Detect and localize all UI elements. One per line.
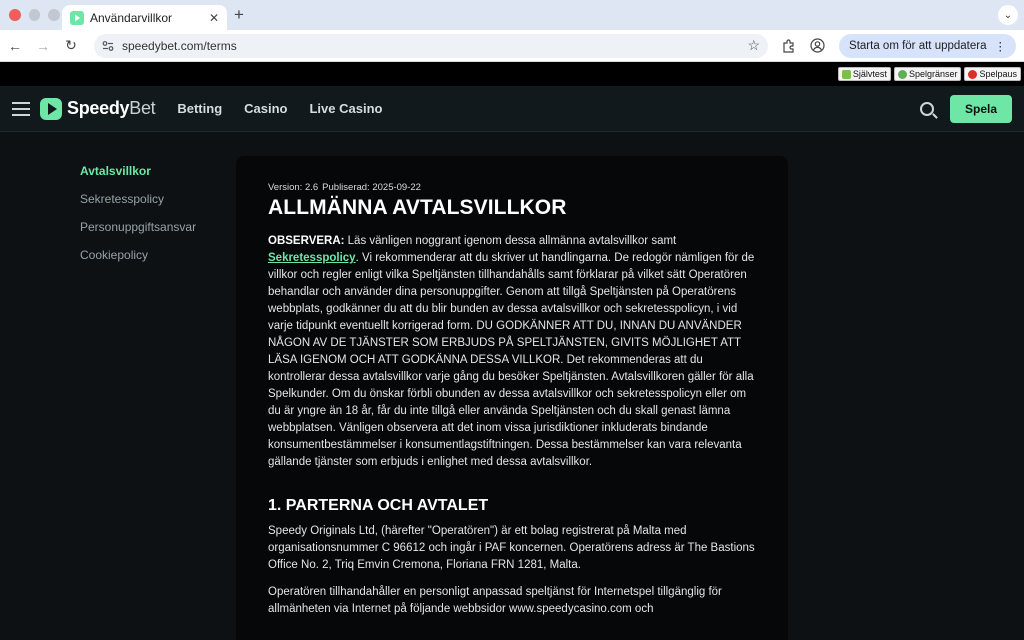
intro-label: OBSERVERA: bbox=[268, 235, 345, 247]
spelgranser-label: Spelgränser bbox=[908, 69, 958, 79]
update-label: Starta om för att uppdatera bbox=[849, 39, 987, 52]
nav-casino[interactable]: Casino bbox=[244, 101, 287, 116]
site-logo[interactable]: SpeedyBet bbox=[40, 97, 156, 120]
section-1-paragraph-1: Speedy Originals Ltd, (härefter "Operatö… bbox=[268, 525, 755, 571]
main-content: Avtalsvillkor Sekretesspolicy Personuppg… bbox=[0, 132, 1024, 640]
close-tab-icon[interactable]: ✕ bbox=[209, 11, 219, 25]
reload-icon[interactable]: ↻ bbox=[64, 37, 78, 54]
document-meta: Version: 2.6 Publiserad: 2025-09-22 bbox=[268, 182, 756, 193]
logo-play-icon bbox=[40, 97, 62, 120]
browser-toolbar: ← → ↻ speedybet.com/terms ☆ Starta om fö… bbox=[0, 30, 1024, 62]
privacy-policy-link[interactable]: Sekretesspolicy bbox=[268, 252, 356, 264]
nav-live-casino[interactable]: Live Casino bbox=[309, 101, 382, 116]
browser-tabbar: Användarvillkor ✕ + ⌄ bbox=[0, 0, 1024, 30]
sidebar-item-personuppgiftsansvar[interactable]: Personuppgiftsansvar bbox=[80, 220, 196, 234]
responsible-gaming-strip: Självtest Spelgränser Spelpaus bbox=[0, 62, 1024, 86]
section-1-paragraph-2: Operatören tillhandahåller en personligt… bbox=[268, 586, 722, 615]
site-favicon-icon bbox=[70, 10, 84, 25]
url-text: speedybet.com/terms bbox=[122, 38, 237, 53]
spelpaus-icon bbox=[968, 69, 978, 79]
close-window-button[interactable] bbox=[9, 9, 21, 21]
spelpaus-button[interactable]: Spelpaus bbox=[964, 67, 1021, 81]
search-icon[interactable] bbox=[920, 101, 934, 116]
terms-sidebar: Avtalsvillkor Sekretesspolicy Personuppg… bbox=[80, 164, 196, 262]
spelgranser-button[interactable]: Spelgränser bbox=[893, 67, 962, 81]
header-actions: Spela bbox=[920, 94, 1012, 123]
sidebar-item-sekretesspolicy[interactable]: Sekretesspolicy bbox=[80, 192, 196, 206]
selftest-label: Självtest bbox=[852, 69, 887, 79]
new-tab-icon[interactable]: + bbox=[234, 5, 244, 25]
browser-tab[interactable]: Användarvillkor ✕ bbox=[62, 5, 227, 30]
site-header: SpeedyBet Betting Casino Live Casino Spe… bbox=[0, 86, 1024, 132]
spelpaus-label: Spelpaus bbox=[979, 69, 1017, 79]
page-title: ALLMÄNNA AVTALSVILLKOR bbox=[268, 196, 567, 219]
selftest-icon bbox=[841, 69, 851, 79]
profile-avatar-icon[interactable] bbox=[810, 38, 825, 53]
extensions-puzzle-icon[interactable] bbox=[782, 38, 796, 53]
minimize-window-button[interactable] bbox=[28, 9, 41, 21]
window-controls bbox=[0, 9, 61, 21]
terms-document: Version: 2.6 Publiserad: 2025-09-22 ALLMÄ… bbox=[236, 156, 788, 640]
site-settings-icon[interactable] bbox=[102, 40, 114, 52]
spelgranser-icon bbox=[897, 69, 907, 79]
forward-arrow-icon[interactable]: → bbox=[36, 38, 50, 54]
sidebar-item-cookiepolicy[interactable]: Cookiepolicy bbox=[80, 248, 196, 262]
bookmark-star-icon[interactable]: ☆ bbox=[747, 37, 760, 54]
main-nav: Betting Casino Live Casino bbox=[177, 101, 382, 116]
tab-search-chevron-icon[interactable]: ⌄ bbox=[998, 5, 1018, 25]
version-text: Version: 2.6 bbox=[268, 182, 319, 193]
kebab-menu-icon[interactable]: ⋮ bbox=[995, 39, 1007, 53]
sidebar-item-avtalsvillkor[interactable]: Avtalsvillkor bbox=[80, 164, 196, 178]
restart-to-update-button[interactable]: Starta om för att uppdatera ⋮ bbox=[839, 33, 1016, 58]
selftest-button[interactable]: Självtest bbox=[837, 67, 891, 81]
address-bar[interactable]: speedybet.com/terms ☆ bbox=[94, 33, 769, 58]
nav-betting[interactable]: Betting bbox=[177, 101, 222, 116]
published-date: Publiserad: 2025-09-22 bbox=[322, 182, 421, 193]
hamburger-menu-icon[interactable] bbox=[12, 101, 30, 116]
maximize-window-button[interactable] bbox=[48, 9, 61, 21]
intro-paragraph: OBSERVERA: Läs vänligen noggrant igenom … bbox=[268, 235, 755, 468]
logo-text: SpeedyBet bbox=[67, 98, 156, 118]
section-1-heading: 1. PARTERNA OCH AVTALET bbox=[268, 497, 489, 514]
tab-title: Användarvillkor bbox=[90, 10, 173, 25]
back-arrow-icon[interactable]: ← bbox=[8, 38, 22, 54]
play-button[interactable]: Spela bbox=[950, 94, 1012, 123]
